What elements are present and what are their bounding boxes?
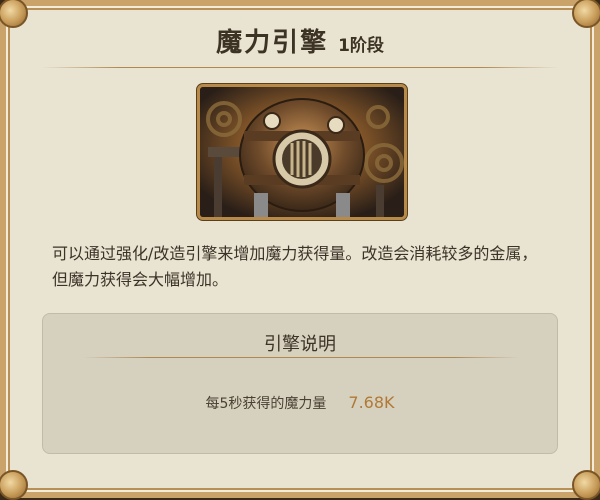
engine-artwork [197, 84, 407, 220]
mana-rate-row: 每5秒获得的魔力量 7.68K [43, 393, 557, 413]
engine-info-panel: 引擎说明 每5秒获得的魔力量 7.68K [42, 313, 558, 454]
stage-label: 1阶段 [338, 36, 384, 56]
corner-ornament [572, 470, 600, 500]
engine-description: 可以通过强化/改造引擎来增加魔力获得量。改造会消耗较多的金属，但魔力获得会大幅增… [52, 244, 538, 289]
panel-title: 引擎说明 [264, 334, 336, 355]
title-divider [42, 67, 558, 68]
mana-rate-label: 每5秒获得的魔力量 [205, 396, 327, 412]
panel-divider [83, 357, 519, 358]
dialog-title: 魔力引擎 [216, 28, 329, 58]
engine-illustration-icon [200, 87, 404, 217]
dialog-header: 魔力引擎 1阶段 [0, 22, 600, 59]
mana-rate-value: 7.68K [348, 393, 395, 412]
corner-ornament [0, 470, 28, 500]
